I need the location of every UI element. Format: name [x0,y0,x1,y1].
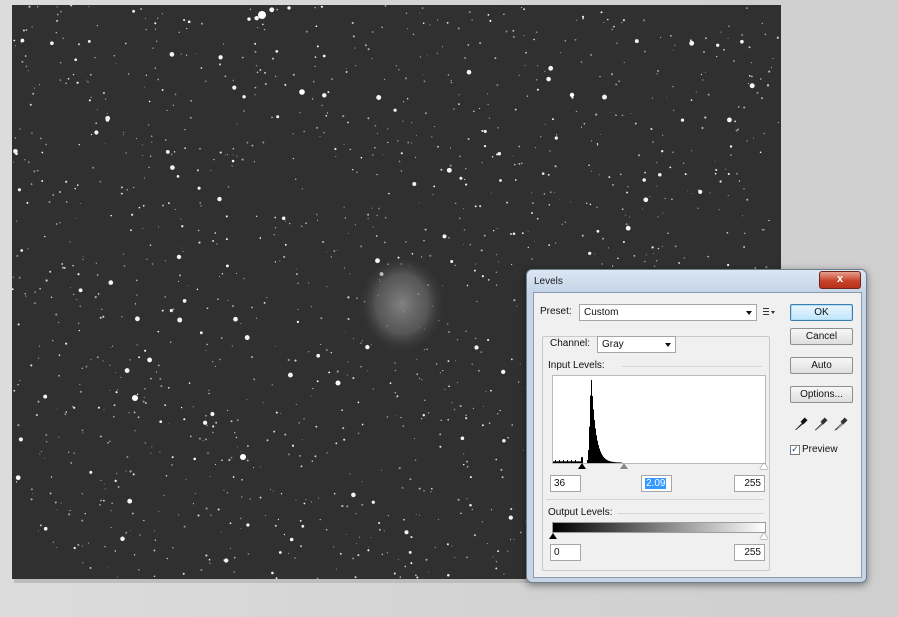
input-gamma-field[interactable]: 2.09 [641,475,672,492]
cancel-button[interactable]: Cancel [790,328,853,345]
channel-value: Gray [602,339,624,350]
channel-dropdown[interactable]: Gray [597,336,676,353]
input-black-field[interactable]: 36 [550,475,581,492]
input-black-slider[interactable] [578,463,586,469]
input-levels-label: Input Levels: [548,360,605,371]
options-button[interactable]: Options... [790,386,853,403]
output-white-field[interactable]: 255 [734,544,765,561]
separator [622,366,762,367]
close-icon: x [836,273,844,285]
channel-label: Channel: [546,338,595,349]
levels-dialog: Levels x Preset: Custom Channel: Gray In… [526,269,867,583]
dialog-client-area: Preset: Custom Channel: Gray Input Level… [533,292,862,578]
preset-dropdown[interactable]: Custom [579,304,757,321]
separator [618,513,764,514]
histogram [553,380,622,463]
preview-checkbox[interactable]: ✓ [790,445,800,455]
output-white-slider[interactable] [760,533,768,539]
output-black-slider[interactable] [549,533,557,539]
preset-value: Custom [584,307,619,318]
output-gradient-bar [552,522,766,533]
checkmark-icon: ✓ [791,445,799,455]
preset-options-icon[interactable] [763,307,775,317]
dialog-title: Levels [534,276,563,287]
gray-point-eyedropper-icon[interactable] [814,417,828,431]
separator [546,499,764,500]
output-levels-label: Output Levels: [548,507,613,518]
histogram-box [552,375,766,464]
input-white-field[interactable]: 255 [734,475,765,492]
preset-label: Preset: [540,306,572,317]
ok-button[interactable]: OK [790,304,853,321]
chevron-down-icon [746,311,752,315]
input-gamma-slider[interactable] [620,463,628,469]
auto-button[interactable]: Auto [790,357,853,374]
black-point-eyedropper-icon[interactable] [794,417,808,431]
white-point-eyedropper-icon[interactable] [834,417,848,431]
preview-label: Preview [802,444,838,455]
input-gamma-value: 2.09 [645,478,667,489]
input-white-slider[interactable] [760,463,768,469]
chevron-down-icon [665,343,671,347]
dialog-titlebar[interactable]: Levels x [527,270,866,292]
output-black-field[interactable]: 0 [550,544,581,561]
close-button[interactable]: x [819,271,861,289]
